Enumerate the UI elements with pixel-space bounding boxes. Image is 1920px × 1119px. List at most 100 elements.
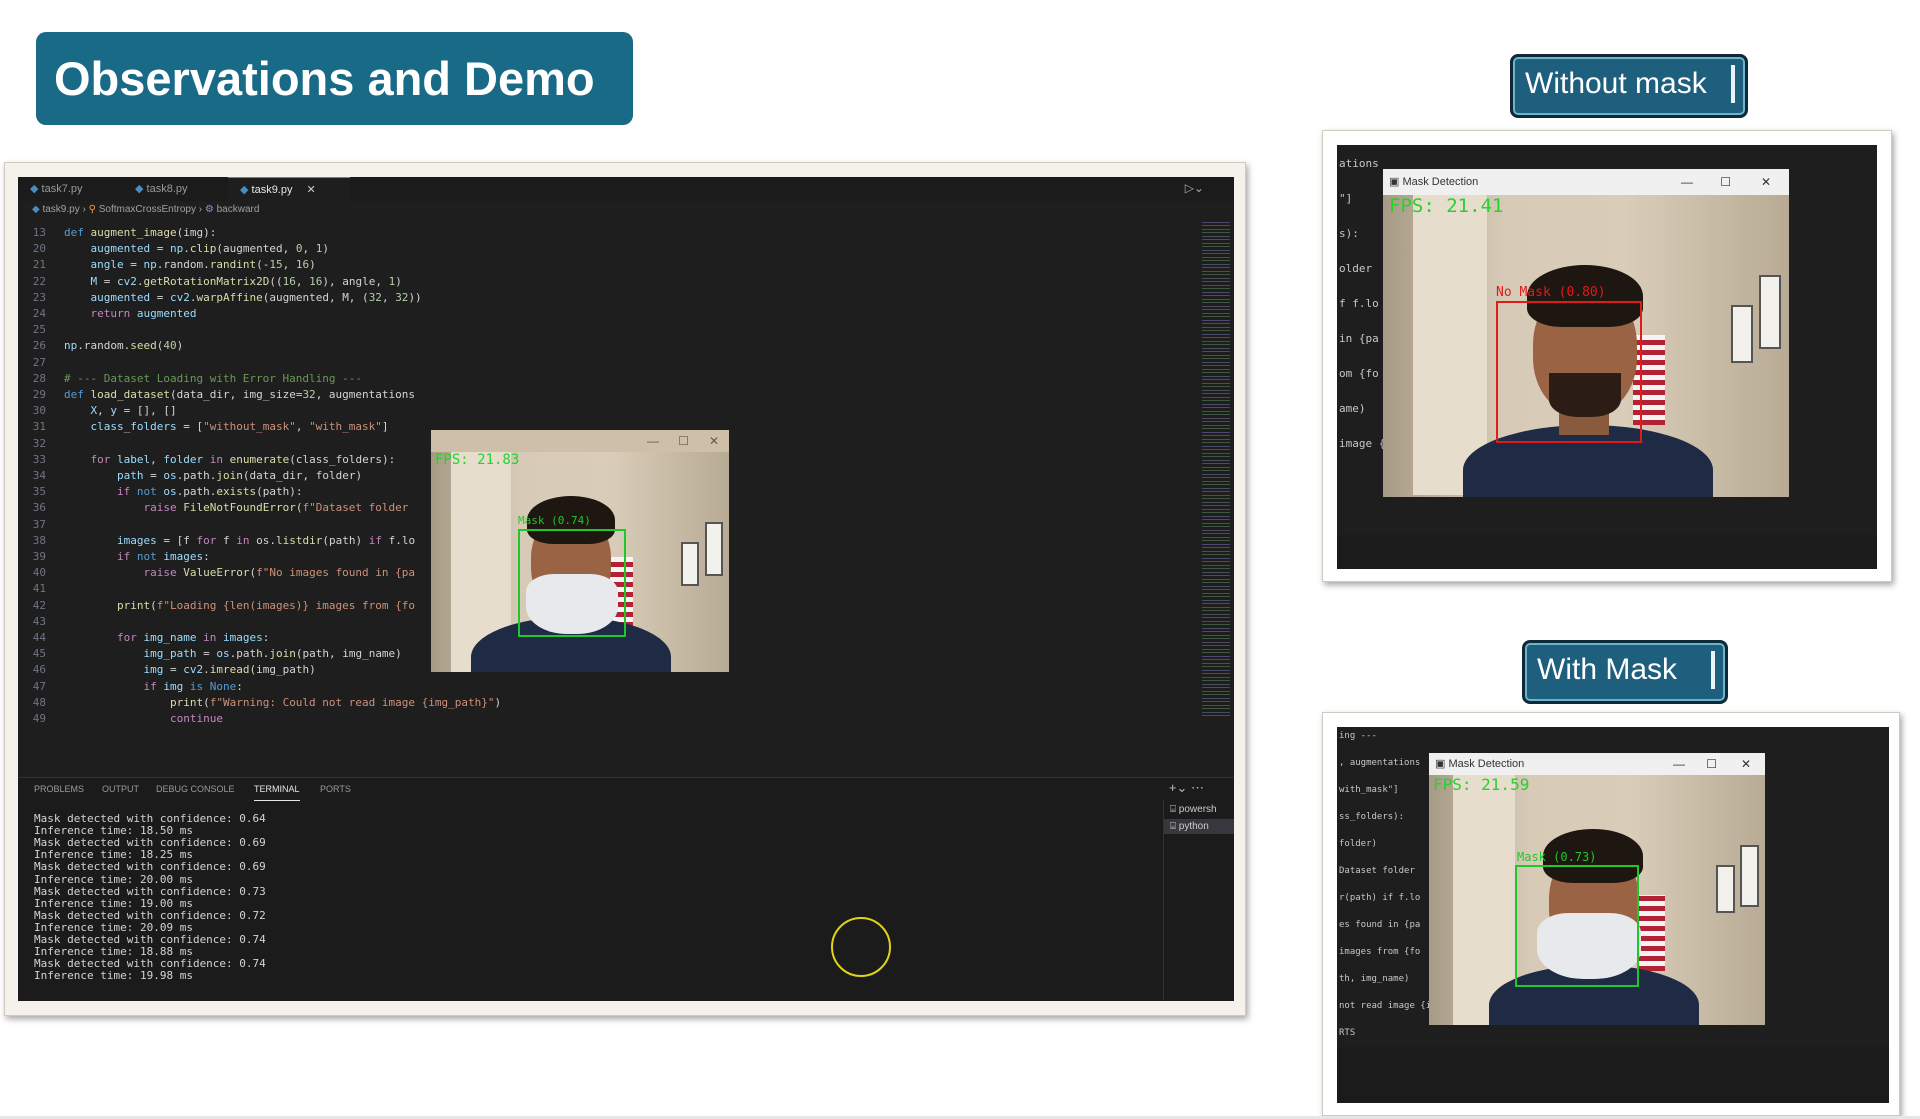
app-icon: ▣ <box>1435 758 1449 770</box>
panel-tab-debug-console[interactable]: DEBUG CONSOLE <box>156 778 235 800</box>
code-line: 26 np.random.seed(40) <box>18 338 183 354</box>
line-number: 26 <box>32 339 46 353</box>
code-fragment: older <box>1339 262 1373 275</box>
minimize-icon[interactable]: — <box>1673 753 1685 775</box>
window-title: Mask Detection <box>1448 758 1525 770</box>
label-with-mask: With Mask <box>1522 640 1728 704</box>
code-text: raise ValueError(f"No images found in {p… <box>143 566 416 580</box>
code-text: if img is None: <box>143 679 243 693</box>
editor-background: ations "] s): older f f.lo in {pa om {fo ame) im… <box>1337 145 1877 569</box>
minimize-icon[interactable]: — <box>647 430 659 452</box>
main-demo-screenshot: ◆ task7.py ◆ task8.py ◆ task9.py ✕ ▷⌄ ◆ t… <box>4 162 1246 1016</box>
detection-label: Mask (0.73) <box>1517 850 1597 864</box>
maximize-icon[interactable]: ☐ <box>678 430 689 452</box>
detection-box <box>518 529 626 637</box>
close-icon[interactable]: ✕ <box>1761 169 1771 195</box>
python-file-icon: ◆ <box>240 184 252 196</box>
code-line: 47 if img is None: <box>18 679 243 695</box>
minimize-icon[interactable]: — <box>1681 169 1693 195</box>
tab-task7[interactable]: ◆ task7.py <box>18 177 130 201</box>
line-number: 47 <box>32 679 46 693</box>
line-number: 34 <box>32 469 46 482</box>
breadcrumb-item[interactable]: backward <box>217 204 260 215</box>
code-line: 35 if not os.path.exists(path): <box>18 484 303 500</box>
code-text: print(f"Loading {len(images)} images fro… <box>116 598 416 612</box>
code-text: images = [f for f in os.listdir(path) if… <box>116 533 416 547</box>
code-line: 49 continue <box>18 711 223 727</box>
terminal-line: Mask detected with confidence: 0.69 <box>34 836 266 850</box>
code-line: 20 augmented = np.clip(augmented, 0, 1) <box>18 241 329 257</box>
tab-task8[interactable]: ◆ task8.py <box>123 177 235 201</box>
breadcrumb-item[interactable]: SoftmaxCrossEntropy <box>99 204 196 215</box>
close-icon[interactable]: ✕ <box>1741 753 1751 775</box>
code-line: 25 <box>18 322 64 338</box>
run-icon[interactable]: ▷⌄ <box>1185 181 1204 195</box>
tab-task9[interactable]: ◆ task9.py ✕ <box>228 177 350 202</box>
breadcrumb: ◆ task9.py › ⚲ SoftmaxCrossEntropy › ⚙ b… <box>32 204 260 215</box>
label-without-mask: Without mask <box>1510 54 1748 118</box>
mask-detection-window[interactable]: ▣ Mask Detection — ☐ ✕ FPS: 21.41 No Mas… <box>1383 169 1789 497</box>
maximize-icon[interactable]: ☐ <box>1720 169 1731 195</box>
code-line: 37 <box>18 517 64 533</box>
code-line: 13 def augment_image(img): <box>18 225 217 241</box>
terminal-session-python[interactable]: ⌸ python <box>1164 819 1234 834</box>
code-line: 23 augmented = cv2.warpAffine(augmented,… <box>18 290 422 306</box>
code-fragment: ss_folders): <box>1339 812 1405 822</box>
terminal-line: Mask detected with confidence: 0.74 <box>34 957 266 971</box>
close-icon[interactable]: ✕ <box>306 184 315 196</box>
webcam-window[interactable]: — ☐ ✕ FPS: 21.83 Mask (0.74) <box>431 430 729 672</box>
terminal-line: Inference time: 20.09 ms <box>34 920 193 934</box>
line-number: 32 <box>32 436 46 450</box>
editor-tab-bar: ◆ task7.py ◆ task8.py ◆ task9.py ✕ ▷⌄ <box>18 177 1234 202</box>
line-number: 23 <box>32 290 46 304</box>
code-text: angle = np.random.randint(-15, 16) <box>90 258 316 272</box>
minimap[interactable] <box>1202 219 1230 719</box>
window-titlebar: ▣ Mask Detection — ☐ ✕ <box>1429 753 1765 775</box>
line-number: 44 <box>32 631 46 644</box>
terminal-session-label: python <box>1178 821 1209 832</box>
code-fragment: r(path) if f.lo <box>1339 893 1421 903</box>
terminal-strip <box>1337 1047 1889 1103</box>
maximize-icon[interactable]: ☐ <box>1706 753 1717 775</box>
line-number: 13 <box>32 226 46 239</box>
terminal-session-label: powersh <box>1178 804 1217 815</box>
code-line: 39 if not images: <box>18 549 210 565</box>
window-titlebar: ▣ Mask Detection — ☐ ✕ <box>1383 169 1789 195</box>
panel-tab-terminal[interactable]: TERMINAL <box>254 778 300 801</box>
code-text: return augmented <box>90 307 197 320</box>
slide-title: Observations and Demo <box>36 32 633 125</box>
line-number: 30 <box>32 404 46 418</box>
line-number: 20 <box>32 242 46 256</box>
panel-tab-output[interactable]: OUTPUT <box>102 778 139 800</box>
code-fragment: ations <box>1339 157 1379 170</box>
terminal-line: Mask detected with confidence: 0.73 <box>34 884 266 898</box>
code-line: 22 M = cv2.getRotationMatrix2D((16, 16),… <box>18 274 402 290</box>
code-fragment: "] <box>1339 192 1353 205</box>
panel-tab-ports[interactable]: PORTS <box>320 778 351 800</box>
code-text: X, y = [], [] <box>90 404 177 418</box>
wall-frame <box>1716 865 1735 913</box>
terminal-output[interactable]: Mask detected with confidence: 0.64 Infer… <box>18 800 1158 1000</box>
code-text: path = os.path.join(data_dir, folder) <box>116 469 363 482</box>
code-line: 34 path = os.path.join(data_dir, folder) <box>18 468 362 484</box>
with-mask-screenshot: ing --- , augmentations with_mask"] ss_fold… <box>1322 712 1900 1116</box>
code-text: print(f"Warning: Could not read image {i… <box>169 695 502 709</box>
code-text: M = cv2.getRotationMatrix2D((16, 16), an… <box>90 274 402 288</box>
terminal-session-powershell[interactable]: ⌸ powersh <box>1164 800 1234 819</box>
line-number: 25 <box>32 323 46 337</box>
mask-detection-window[interactable]: ▣ Mask Detection — ☐ ✕ FPS: 21.59 Mask (… <box>1429 753 1765 1025</box>
add-terminal-icon[interactable]: +⌄ ⋯ <box>1169 780 1204 796</box>
code-fragment: f f.lo <box>1339 297 1379 310</box>
code-text: np.random.seed(40) <box>64 339 184 353</box>
code-line: 32 <box>18 436 64 452</box>
fps-counter: FPS: 21.83 <box>435 452 520 468</box>
code-line: 28 # --- Dataset Loading with Error Handl… <box>18 371 362 387</box>
code-line: 31 class_folders = ["without_mask", "wit… <box>18 419 389 435</box>
line-number: 29 <box>32 388 46 401</box>
detection-label: Mask (0.74) <box>518 514 591 527</box>
panel-tab-problems[interactable]: PROBLEMS <box>34 778 84 800</box>
close-icon[interactable]: ✕ <box>709 430 719 452</box>
terminal-line: Mask detected with confidence: 0.69 <box>34 860 266 874</box>
code-fragment: ame) <box>1339 402 1366 415</box>
breadcrumb-item[interactable]: task9.py <box>42 204 79 215</box>
